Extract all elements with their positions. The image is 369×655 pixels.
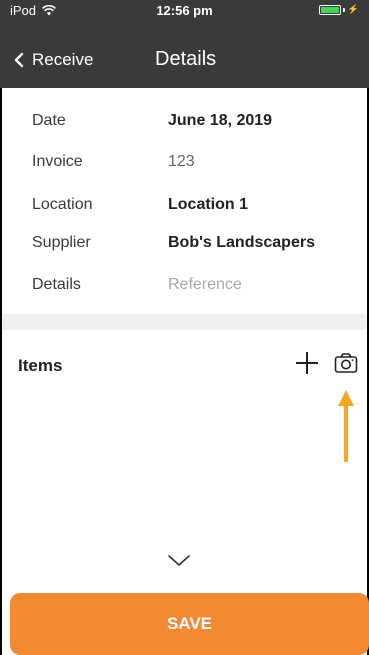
date-label: Date	[32, 112, 66, 129]
items-section: Items	[2, 330, 367, 610]
invoice-label: Invoice	[32, 153, 83, 170]
section-divider	[2, 316, 367, 330]
supplier-value[interactable]: Bob's Landscapers	[168, 234, 315, 252]
chevron-down-icon[interactable]	[166, 552, 192, 568]
back-button[interactable]: Receive	[14, 50, 93, 70]
reference-field[interactable]: Reference	[168, 276, 242, 294]
charging-bolt-icon: ⚡	[347, 4, 359, 14]
location-row[interactable]: Location Location 1	[32, 196, 352, 214]
location-label: Location	[32, 196, 93, 213]
top-bar: iPod 12:56 pm ⚡ Receive Details	[0, 0, 369, 88]
battery-icon: ⚡	[318, 4, 359, 15]
items-title: Items	[18, 356, 63, 375]
details-label: Details	[32, 276, 81, 293]
details-section: Date June 18, 2019 Invoice 123 Location …	[2, 88, 367, 314]
save-button[interactable]: SAVE	[10, 593, 369, 655]
invoice-value[interactable]: 123	[168, 153, 195, 171]
date-value[interactable]: June 18, 2019	[168, 112, 272, 130]
supplier-row[interactable]: Supplier Bob's Landscapers	[32, 234, 352, 252]
date-row[interactable]: Date June 18, 2019	[32, 112, 352, 130]
details-row[interactable]: Details Reference	[32, 276, 352, 294]
annotation-arrow	[338, 390, 354, 462]
invoice-row[interactable]: Invoice 123	[32, 153, 352, 171]
status-bar: iPod 12:56 pm ⚡	[0, 0, 369, 20]
back-label: Receive	[32, 50, 94, 69]
camera-icon[interactable]	[334, 352, 358, 374]
supplier-label: Supplier	[32, 234, 91, 251]
plus-icon[interactable]	[294, 350, 320, 376]
battery-fill	[320, 6, 339, 13]
status-time: 12:56 pm	[156, 3, 213, 18]
back-chevron-icon	[14, 52, 24, 68]
page-title: Details	[155, 48, 217, 70]
location-value[interactable]: Location 1	[168, 196, 248, 214]
nav-bar: Receive Details	[0, 40, 369, 80]
